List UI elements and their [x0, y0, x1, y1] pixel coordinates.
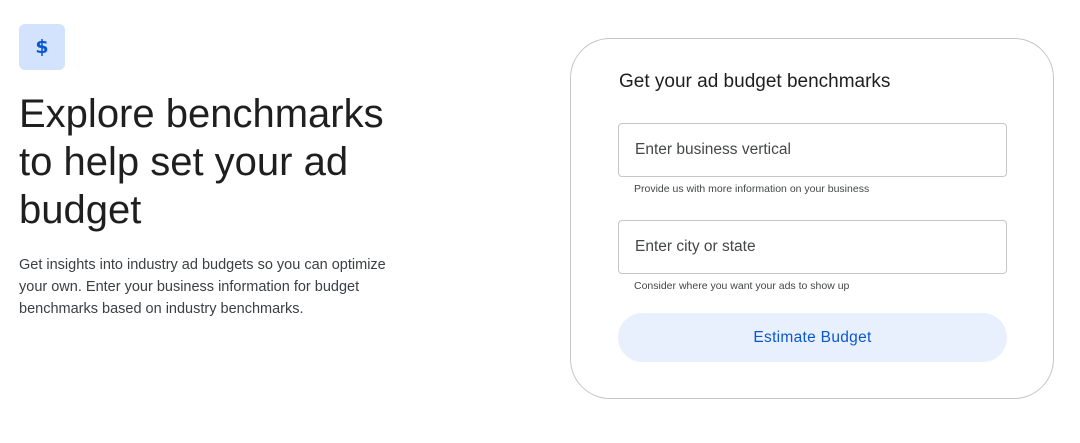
location-input[interactable] [619, 221, 1006, 273]
estimate-budget-button[interactable]: Estimate Budget [618, 313, 1007, 362]
page-title: Explore benchmarks to help set your ad b… [19, 92, 384, 232]
budget-benchmark-card: Get your ad budget benchmarks Provide us… [570, 38, 1054, 399]
business-vertical-field[interactable] [618, 123, 1007, 177]
card-title: Get your ad budget benchmarks [619, 71, 891, 92]
location-helper: Consider where you want your ads to show… [634, 280, 850, 292]
dollar-sign-icon: $ [19, 24, 65, 70]
dollar-sign-glyph: $ [35, 36, 49, 58]
location-field[interactable] [618, 220, 1007, 274]
business-vertical-input[interactable] [619, 124, 1006, 176]
business-vertical-helper: Provide us with more information on your… [634, 183, 870, 195]
hero-section: $ Explore benchmarks to help set your ad… [19, 24, 419, 320]
intro-text: Get insights into industry ad budgets so… [19, 257, 386, 317]
